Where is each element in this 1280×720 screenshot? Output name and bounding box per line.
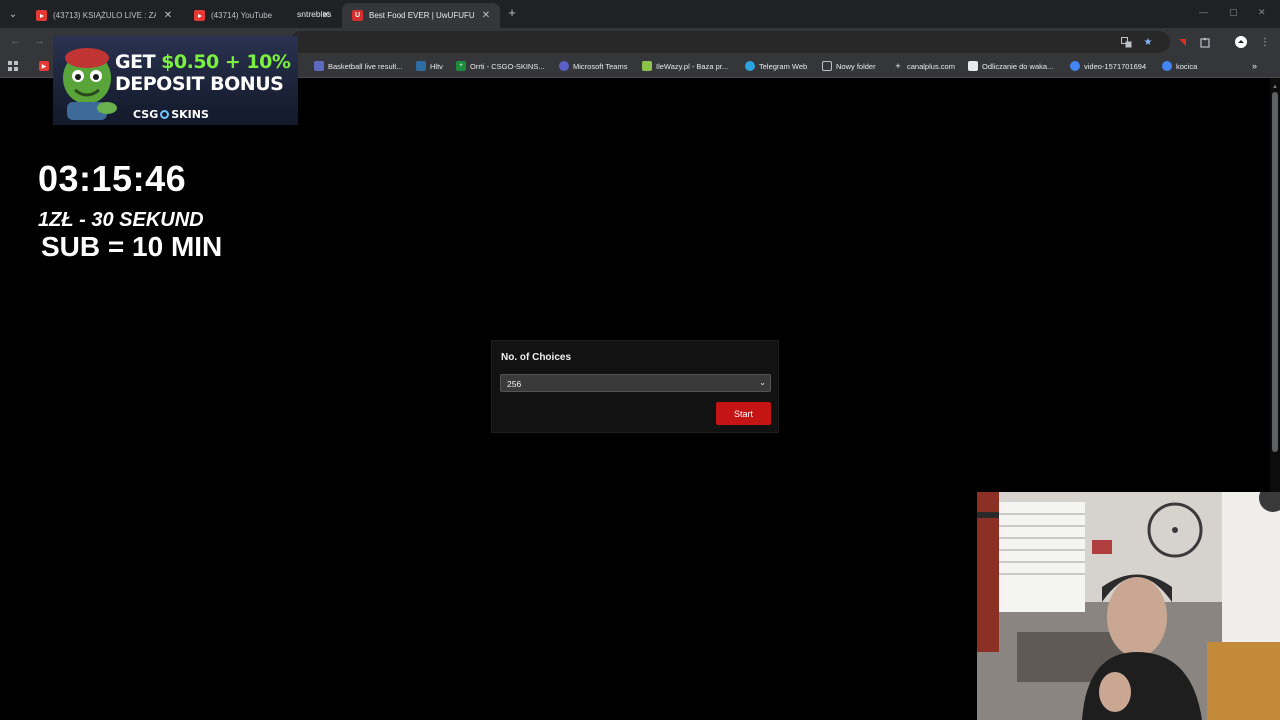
extensions-puzzle-icon[interactable] <box>1199 36 1211 48</box>
webcam-image <box>977 492 1280 720</box>
tab-title: Best Food EVER | UwUFUFU <box>369 11 474 20</box>
ad-headline-green: $0.50 + 10% <box>161 51 291 73</box>
site-icon <box>642 61 652 71</box>
chevron-down-icon: ⌄ <box>759 378 766 387</box>
bookmark-basketball[interactable]: Basketball live result... <box>314 61 403 71</box>
link-icon <box>1070 61 1080 71</box>
folder-icon <box>822 61 832 71</box>
ad-brand-logo: CSG SKINS <box>133 108 209 121</box>
ad-brand-left: CSG <box>133 108 159 121</box>
back-icon[interactable]: ← <box>10 35 21 47</box>
hltv-icon <box>416 61 426 71</box>
sub-rate-text: SUB = 10 MIN <box>41 231 223 262</box>
scroll-up-icon[interactable]: ▲ <box>1272 84 1278 90</box>
bookmark-youtube[interactable]: ▶ <box>39 61 53 71</box>
bookmark-label: IleWazy.pl - Baza pr... <box>656 61 729 71</box>
bookmark-odliczanie[interactable]: Odliczanie do waka... <box>968 61 1053 71</box>
maximize-icon[interactable]: ▢ <box>1229 7 1238 18</box>
telegram-icon <box>745 61 755 71</box>
translate-icon[interactable] <box>1120 36 1132 48</box>
bookmark-label: Microsoft Teams <box>573 61 628 71</box>
choices-select-value: 256 <box>507 379 522 389</box>
forward-icon[interactable]: → <box>34 35 45 47</box>
gem-icon <box>160 110 170 119</box>
close-icon[interactable]: ✕ <box>162 10 174 21</box>
bookmark-label: Hltv <box>430 61 443 71</box>
basketball-icon <box>314 61 324 71</box>
bookmark-label: Basketball live result... <box>328 61 403 71</box>
goblin-mascot-icon <box>63 48 117 120</box>
bookmark-label: canalplus.com <box>907 61 955 71</box>
countdown-timer: 03:15:46 <box>38 158 187 199</box>
webcam-feed <box>977 492 1280 720</box>
scrollbar-thumb[interactable] <box>1272 92 1278 452</box>
bookmarks-overflow-icon[interactable]: » <box>1252 61 1257 71</box>
youtube-icon <box>194 10 205 21</box>
bookmark-teams[interactable]: Microsoft Teams <box>559 61 627 71</box>
bookmark-ilewazy[interactable]: IleWazy.pl - Baza pr... <box>642 61 728 71</box>
window-close-icon[interactable]: ✕ <box>1258 7 1266 18</box>
sheet-icon: + <box>456 61 466 71</box>
bookmark-nowy-folder[interactable]: Nowy folder <box>822 61 876 71</box>
minimize-icon[interactable]: — <box>1199 7 1208 17</box>
tab-title: (43713) KSIĄŻULO LIVE : ZAMYKAM <box>53 11 156 20</box>
ad-headline: GET $0.50 + 10% <box>115 51 295 73</box>
bookmark-video[interactable]: video-1571701694 <box>1070 61 1146 71</box>
bookmark-label: video-1571701694 <box>1084 61 1147 71</box>
plus-icon: + <box>895 61 901 71</box>
teams-icon <box>559 61 569 71</box>
extension-icon[interactable] <box>1176 36 1188 48</box>
bookmark-telegram[interactable]: Telegram Web <box>745 61 807 71</box>
bookmark-kocica[interactable]: kocica <box>1162 61 1197 71</box>
bookmark-label: Odliczanie do waka... <box>982 61 1054 71</box>
profile-avatar-icon[interactable] <box>1235 36 1247 48</box>
close-icon[interactable]: ✕ <box>480 10 492 21</box>
ad-headline-white: GET <box>115 51 162 73</box>
bookmark-star-icon[interactable]: ★ <box>1142 36 1154 48</box>
start-button[interactable]: Start <box>716 402 771 425</box>
tab-search-icon[interactable]: ⌄ <box>4 5 22 23</box>
new-tab-icon[interactable]: + <box>505 6 519 20</box>
bookmark-hltv[interactable]: Hltv <box>416 61 443 71</box>
tab-strip: ⌄ (43713) KSIĄŻULO LIVE : ZAMYKAM ✕ (437… <box>0 0 1280 28</box>
bookmark-canalplus[interactable]: + canalplus.com <box>893 61 955 71</box>
tab-ksiazulo[interactable]: (43713) KSIĄŻULO LIVE : ZAMYKAM ✕ <box>26 3 182 28</box>
choices-panel: No. of Choices 256 ⌄ Start <box>491 340 779 433</box>
uwufufu-icon: U <box>352 10 363 21</box>
bookmark-label: Nowy folder <box>836 61 876 71</box>
donation-rate-text: 1ZŁ - 30 SEKUND <box>38 209 204 231</box>
apps-grid-icon[interactable] <box>8 61 18 71</box>
page-icon <box>968 61 978 71</box>
youtube-icon <box>36 10 47 21</box>
address-bar[interactable] <box>290 31 1170 53</box>
bookmark-label: Orrti - CSGO-SKINS... <box>470 61 545 71</box>
ad-brand-right: SKINS <box>171 108 209 121</box>
choices-label: No. of Choices <box>501 352 572 363</box>
menu-kebab-icon[interactable]: ⋮ <box>1259 36 1271 48</box>
youtube-icon: ▶ <box>39 61 49 71</box>
ad-subheadline: DEPOSIT BONUS <box>115 73 284 95</box>
tab-uwufufu[interactable]: U Best Food EVER | UwUFUFU ✕ <box>342 3 500 28</box>
link-icon <box>1162 61 1172 71</box>
bookmark-label: kocica <box>1176 61 1198 71</box>
url-text: sntrebles <box>297 9 332 19</box>
choices-select[interactable]: 256 ⌄ <box>500 374 771 392</box>
bookmark-label: Telegram Web <box>759 61 808 71</box>
ad-banner[interactable]: GET $0.50 + 10% DEPOSIT BONUS CSG SKINS <box>53 36 298 125</box>
bookmark-orrti[interactable]: + Orrti - CSGO-SKINS... <box>456 61 545 71</box>
